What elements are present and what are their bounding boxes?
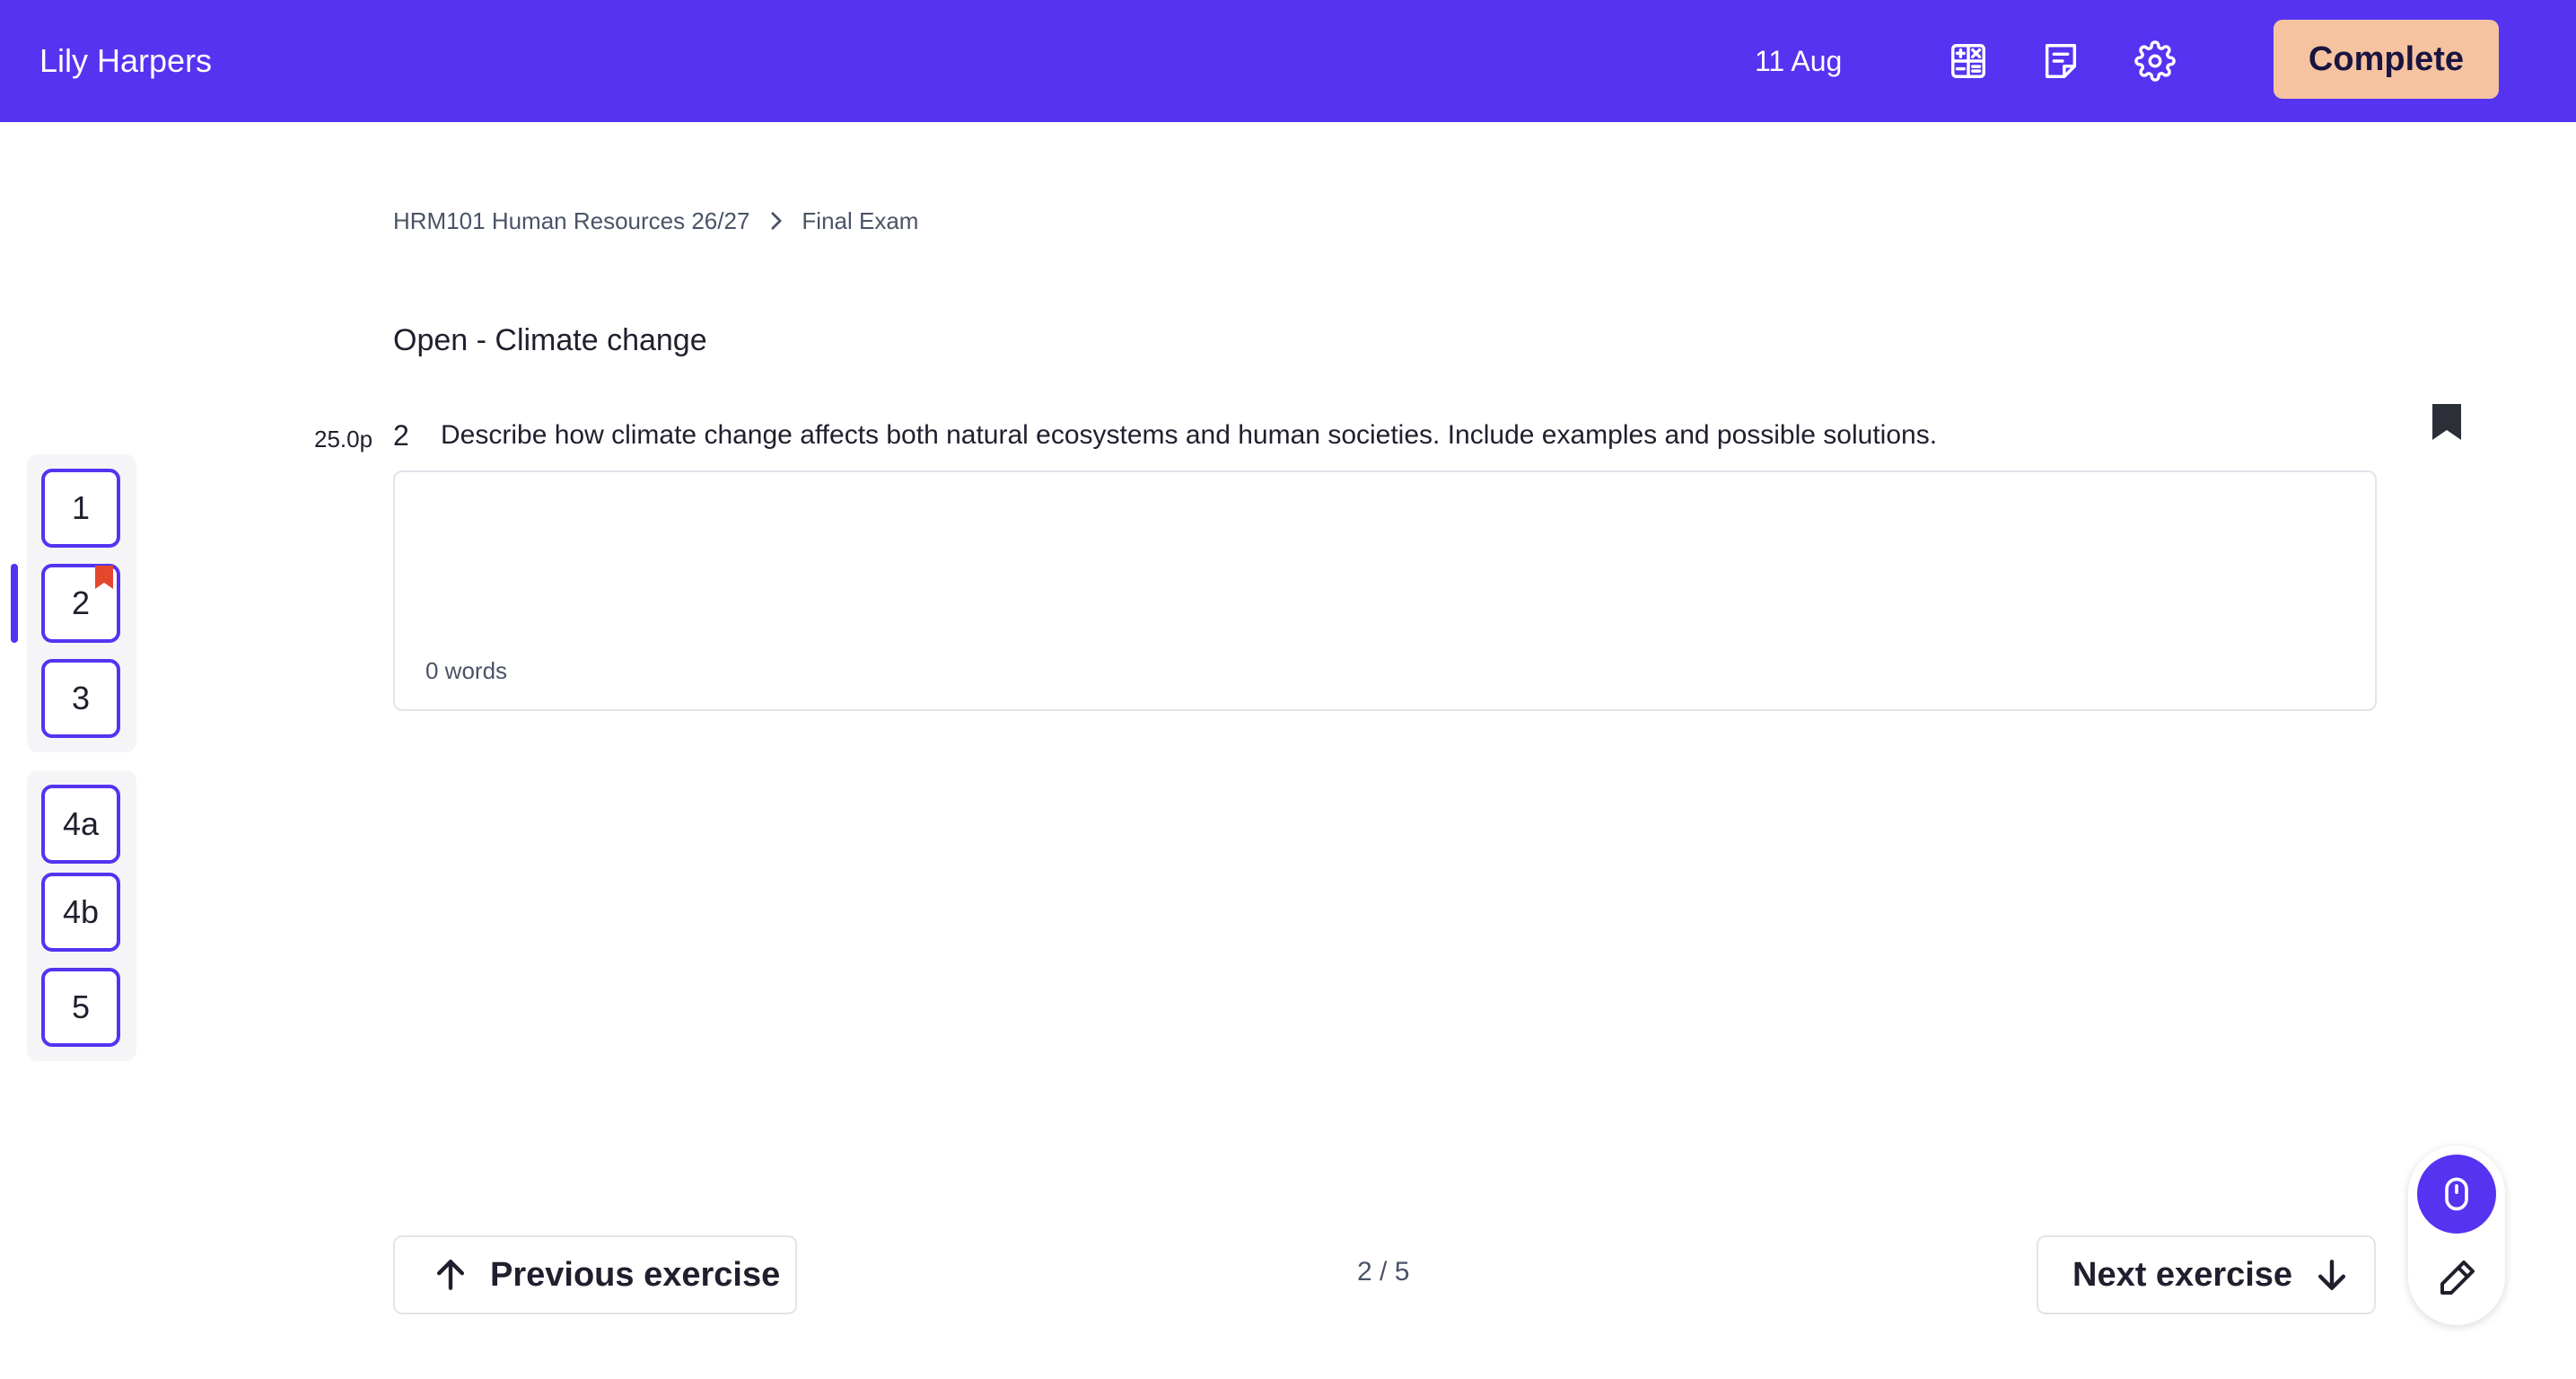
breadcrumb-course[interactable]: HRM101 Human Resources 26/27: [393, 207, 749, 235]
previous-exercise-label: Previous exercise: [490, 1255, 781, 1294]
tool-panel: [2408, 1146, 2505, 1325]
arrow-down-icon: [2312, 1255, 2352, 1295]
gear-icon[interactable]: [2132, 38, 2178, 84]
question-nav-button[interactable]: 5: [41, 968, 120, 1047]
question-nav-label: 5: [71, 988, 91, 1025]
calculator-icon[interactable]: [1945, 38, 1992, 84]
bookmark-icon[interactable]: [2431, 402, 2463, 442]
breadcrumb: HRM101 Human Resources 26/27 Final Exam: [393, 205, 918, 237]
question-nav-label: 4a: [62, 805, 100, 842]
exam-app: Lily Harpers 11 Aug Complete HRM101 Huma…: [0, 0, 2576, 1379]
flag-icon: [95, 566, 113, 589]
previous-exercise-button[interactable]: Previous exercise: [393, 1235, 797, 1314]
notes-icon[interactable]: [2037, 38, 2084, 84]
exercise-title: Open - Climate change: [393, 323, 707, 357]
question-nav-button[interactable]: 1: [41, 469, 120, 548]
question-nav-label: 4b: [62, 893, 100, 930]
user-name: Lily Harpers: [39, 42, 213, 79]
next-exercise-button[interactable]: Next exercise: [2037, 1235, 2376, 1314]
question-nav-label: 1: [71, 489, 91, 526]
question-number: 2: [393, 419, 409, 452]
question-text: Describe how climate change affects both…: [441, 420, 1938, 450]
answer-textarea[interactable]: [393, 470, 2377, 711]
question-nav-label: 2: [71, 584, 91, 621]
question-nav-button[interactable]: 4b: [41, 873, 120, 952]
exam-date: 11 Aug: [1755, 45, 1843, 77]
arrow-up-icon: [431, 1255, 470, 1295]
top-bar: Lily Harpers 11 Aug Complete: [0, 0, 2576, 122]
question-nav-button[interactable]: 3: [41, 659, 120, 738]
exercise-pager: 2 / 5: [1357, 1257, 1410, 1287]
active-question-indicator: [11, 564, 18, 643]
chevron-right-icon: [769, 211, 784, 231]
next-exercise-label: Next exercise: [2072, 1255, 2293, 1294]
question-nav-button[interactable]: 2: [41, 564, 120, 643]
complete-button[interactable]: Complete: [2274, 20, 2499, 99]
question-nav-label: 3: [71, 680, 91, 716]
pen-icon[interactable]: [2417, 1239, 2496, 1318]
question-points: 25.0p: [314, 426, 373, 452]
breadcrumb-exam[interactable]: Final Exam: [802, 207, 918, 235]
question-nav-button[interactable]: 4a: [41, 785, 120, 864]
mouse-icon[interactable]: [2417, 1155, 2496, 1234]
